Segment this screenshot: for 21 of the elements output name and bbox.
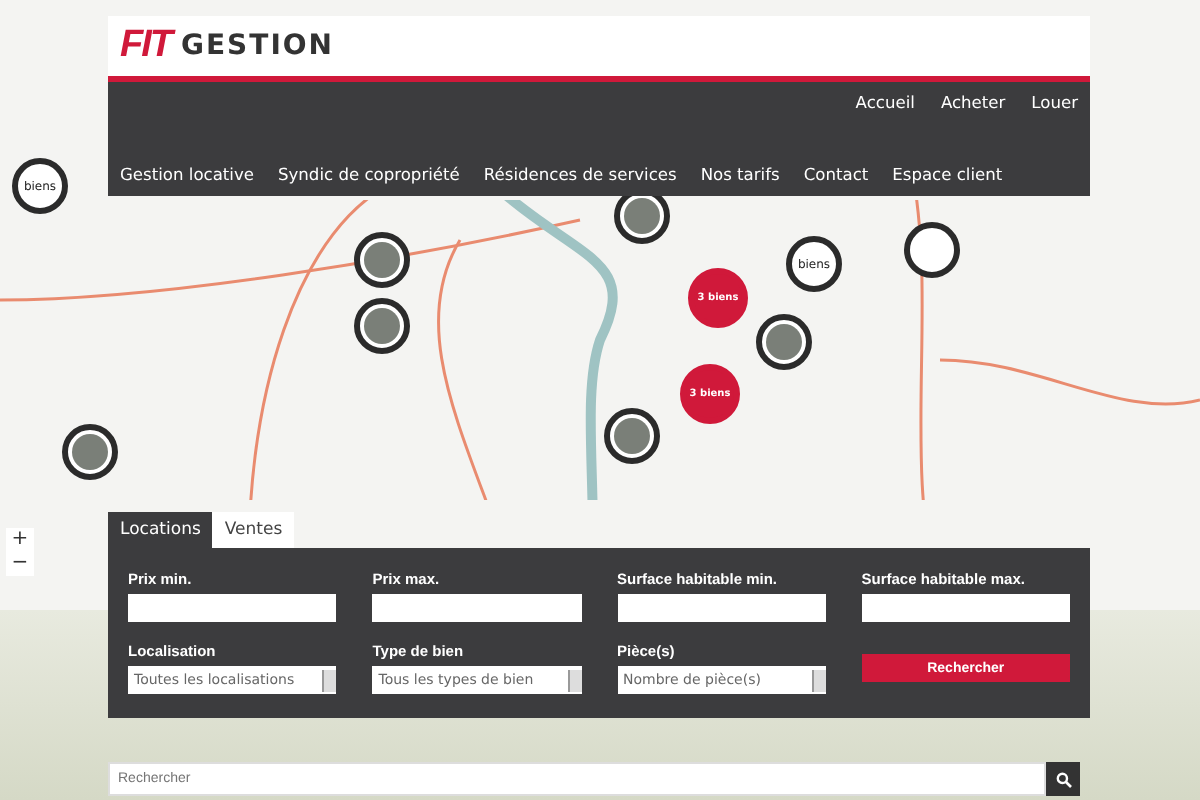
input-field[interactable] (861, 594, 1070, 622)
menu-link[interactable]: Gestion locative (120, 164, 254, 184)
search-button[interactable] (1046, 762, 1080, 796)
zoom-in-button[interactable]: + (6, 528, 34, 552)
zoom-out-button[interactable]: − (6, 552, 34, 576)
logo-text[interactable]: GESTION (181, 30, 335, 62)
menu-link[interactable]: Contact (803, 164, 869, 184)
menu-link[interactable]: Syndic de copropriété (278, 164, 460, 184)
search-icon (1055, 771, 1071, 787)
input-field[interactable] (617, 594, 826, 622)
menu-link[interactable]: Espace client (892, 164, 1003, 184)
input-field[interactable] (372, 594, 581, 622)
tab[interactable]: Ventes (212, 512, 295, 548)
tab[interactable]: Locations (108, 512, 213, 548)
menu-link[interactable]: Nos tarifs (700, 164, 780, 184)
top-link[interactable]: Louer (1031, 92, 1078, 112)
top-link[interactable]: Acheter (940, 92, 1006, 112)
logo-mark[interactable]: FIT (120, 24, 171, 68)
input-field[interactable] (128, 594, 337, 622)
top-link[interactable]: Accueil (855, 92, 915, 112)
menu-link[interactable]: Résidences de services (483, 164, 677, 184)
